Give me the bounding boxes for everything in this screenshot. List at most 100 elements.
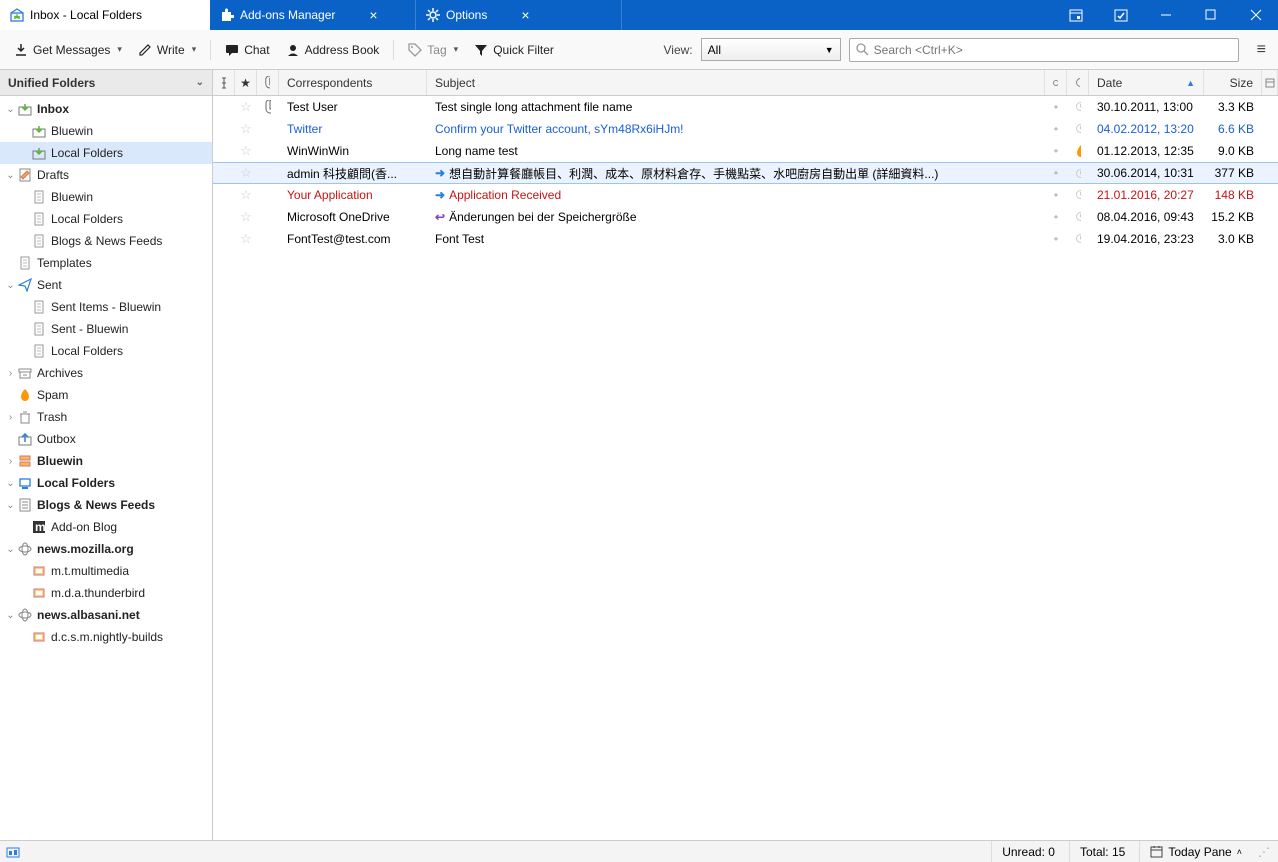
chevron-down-icon[interactable]: ▾: [192, 44, 197, 55]
folder-item[interactable]: Sent Items - Bluewin: [0, 296, 212, 318]
address-book-button[interactable]: Address Book: [280, 39, 386, 61]
star-button[interactable]: ☆: [235, 118, 257, 139]
col-picker[interactable]: [1262, 70, 1278, 95]
twisty-icon[interactable]: ⌄: [4, 280, 17, 291]
today-pane-button[interactable]: Today Pane ˄: [1139, 841, 1252, 862]
tag-button[interactable]: Tag ▾: [402, 39, 464, 61]
junk-button[interactable]: •: [1045, 118, 1067, 139]
chevron-down-icon[interactable]: ▾: [454, 44, 459, 55]
folder-item[interactable]: ⌄Sent: [0, 274, 212, 296]
maximize-button[interactable]: [1188, 0, 1233, 30]
twisty-icon[interactable]: ⌄: [4, 544, 17, 555]
folder-item[interactable]: Blogs & News Feeds: [0, 230, 212, 252]
folder-item[interactable]: ⌄Inbox: [0, 98, 212, 120]
chevron-down-icon[interactable]: ▾: [117, 44, 122, 55]
folder-item[interactable]: ⌄ Drafts: [0, 164, 212, 186]
twisty-icon[interactable]: ⌄: [4, 170, 17, 181]
twisty-icon[interactable]: ⌄: [4, 500, 17, 511]
search-box[interactable]: [849, 38, 1239, 62]
twisty-icon[interactable]: ›: [4, 456, 17, 467]
search-input[interactable]: [874, 43, 1232, 57]
folder-item[interactable]: ›Trash: [0, 406, 212, 428]
star-button[interactable]: ☆: [235, 228, 257, 249]
folder-item[interactable]: Bluewin: [0, 120, 212, 142]
col-date[interactable]: Date▲: [1089, 70, 1204, 95]
col-read[interactable]: [1067, 70, 1089, 95]
quick-filter-button[interactable]: Quick Filter: [468, 39, 560, 61]
folder-item[interactable]: Local Folders: [0, 208, 212, 230]
folder-item[interactable]: m.d.a.thunderbird: [0, 582, 212, 604]
tab-options[interactable]: Options ×: [416, 0, 621, 30]
close-icon[interactable]: ×: [369, 7, 377, 23]
folder-item[interactable]: Bluewin: [0, 186, 212, 208]
twisty-icon[interactable]: ⌄: [4, 478, 17, 489]
star-button[interactable]: ☆: [235, 163, 257, 183]
twisty-icon[interactable]: ›: [4, 368, 17, 379]
star-button[interactable]: ☆: [235, 184, 257, 205]
tab-inbox[interactable]: Inbox - Local Folders: [0, 0, 210, 30]
main-area: Unified Folders ⌄ ⌄InboxBluewinLocal Fol…: [0, 70, 1278, 840]
star-button[interactable]: ☆: [235, 96, 257, 117]
folder-pane-header[interactable]: Unified Folders ⌄: [0, 70, 212, 96]
write-button[interactable]: Write ▾: [132, 39, 202, 61]
col-star[interactable]: ★: [235, 70, 257, 95]
col-spam[interactable]: [1045, 70, 1067, 95]
folder-item[interactable]: Sent - Bluewin: [0, 318, 212, 340]
junk-button[interactable]: •: [1045, 206, 1067, 227]
col-attachment[interactable]: [257, 70, 279, 95]
star-button[interactable]: ☆: [235, 140, 257, 161]
activity-icon[interactable]: [6, 845, 20, 859]
folder-label: Drafts: [37, 168, 69, 182]
folder-item[interactable]: mAdd-on Blog: [0, 516, 212, 538]
file-icon: [31, 299, 47, 315]
close-button[interactable]: [1233, 0, 1278, 30]
twisty-icon[interactable]: ›: [4, 412, 17, 423]
tab-addons[interactable]: Add-ons Manager ×: [210, 0, 415, 30]
junk-button[interactable]: •: [1045, 184, 1067, 205]
folder-item[interactable]: ⌄Blogs & News Feeds: [0, 494, 212, 516]
folder-item[interactable]: ›Archives: [0, 362, 212, 384]
folder-item[interactable]: m.t.multimedia: [0, 560, 212, 582]
col-subject[interactable]: Subject: [427, 70, 1045, 95]
col-size[interactable]: Size: [1204, 70, 1262, 95]
folder-item[interactable]: ⌄news.albasani.net: [0, 604, 212, 626]
message-row[interactable]: ☆WinWinWinLong name test•01.12.2013, 12:…: [213, 140, 1278, 162]
app-menu-button[interactable]: ≡: [1253, 39, 1270, 61]
junk-button[interactable]: •: [1045, 163, 1067, 183]
folder-label: m.d.a.thunderbird: [51, 586, 145, 600]
minimize-button[interactable]: [1143, 0, 1188, 30]
star-button[interactable]: ☆: [235, 206, 257, 227]
junk-button[interactable]: •: [1045, 96, 1067, 117]
resize-grip[interactable]: ⋰: [1256, 841, 1272, 862]
close-icon[interactable]: ×: [521, 7, 529, 23]
folder-label: Add-on Blog: [51, 520, 117, 534]
calendar-icon[interactable]: [1053, 0, 1098, 30]
get-messages-button[interactable]: Get Messages ▾: [8, 39, 128, 61]
folder-item[interactable]: Templates: [0, 252, 212, 274]
folder-label: Sent Items - Bluewin: [51, 300, 161, 314]
junk-button[interactable]: •: [1045, 228, 1067, 249]
view-select[interactable]: All ▼: [701, 38, 841, 61]
chat-button[interactable]: Chat: [219, 39, 275, 61]
message-row[interactable]: ☆Microsoft OneDrive↩Änderungen bei der S…: [213, 206, 1278, 228]
junk-button[interactable]: •: [1045, 140, 1067, 161]
col-thread[interactable]: [213, 70, 235, 95]
folder-item[interactable]: Local Folders: [0, 340, 212, 362]
tasks-icon[interactable]: [1098, 0, 1143, 30]
twisty-icon[interactable]: ⌄: [4, 104, 17, 115]
twisty-icon[interactable]: ⌄: [4, 610, 17, 621]
message-row[interactable]: ☆FontTest@test.comFont Test•19.04.2016, …: [213, 228, 1278, 250]
folder-item[interactable]: Spam: [0, 384, 212, 406]
folder-item[interactable]: ⌄Local Folders: [0, 472, 212, 494]
col-correspondents[interactable]: Correspondents: [279, 70, 427, 95]
folder-item[interactable]: ⌄news.mozilla.org: [0, 538, 212, 560]
message-row[interactable]: ☆TwitterConfirm your Twitter account, sY…: [213, 118, 1278, 140]
message-row[interactable]: ☆admin 科技顧問(香...➜想自動計算餐廳帳目、利潤、成本、原材料倉存、手…: [213, 162, 1278, 184]
folder-item[interactable]: d.c.s.m.nightly-builds: [0, 626, 212, 648]
folder-item[interactable]: Outbox: [0, 428, 212, 450]
message-row[interactable]: ☆Your Application➜Application Received•2…: [213, 184, 1278, 206]
chevron-down-icon[interactable]: ⌄: [196, 77, 204, 88]
message-row[interactable]: ☆Test UserTest single long attachment fi…: [213, 96, 1278, 118]
folder-item[interactable]: ›Bluewin: [0, 450, 212, 472]
folder-item[interactable]: Local Folders: [0, 142, 212, 164]
